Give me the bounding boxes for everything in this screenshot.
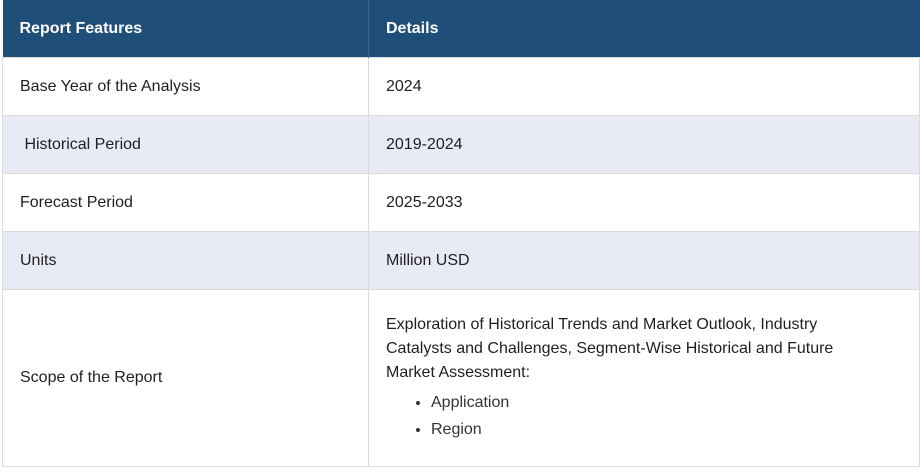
- details-cell: 2025-2033: [368, 173, 920, 232]
- scope-bullet-list: Application Region: [386, 389, 879, 443]
- feature-cell: Historical Period: [2, 115, 369, 174]
- scope-description: Exploration of Historical Trends and Mar…: [386, 316, 834, 381]
- details-cell: Million USD: [368, 231, 920, 290]
- feature-cell: Units: [2, 231, 369, 290]
- table-row: Units Million USD: [2, 231, 920, 290]
- list-item: Region: [431, 416, 879, 443]
- feature-cell: Base Year of the Analysis: [2, 57, 369, 116]
- table-row: Base Year of the Analysis 2024: [2, 57, 920, 116]
- details-cell: 2019-2024: [368, 115, 920, 174]
- table-row-scope: Scope of the Report Exploration of Histo…: [2, 289, 920, 467]
- feature-cell: Forecast Period: [2, 173, 369, 232]
- list-item: Application: [431, 389, 879, 416]
- report-features-table: Report Features Details Base Year of the…: [2, 0, 920, 467]
- scope-details-cell: Exploration of Historical Trends and Mar…: [368, 289, 920, 467]
- table-row: Historical Period 2019-2024: [2, 115, 920, 174]
- header-report-features: Report Features: [2, 0, 369, 58]
- table-row: Forecast Period 2025-2033: [2, 173, 920, 232]
- feature-cell: Scope of the Report: [2, 289, 369, 467]
- header-details: Details: [368, 0, 920, 58]
- details-cell: 2024: [368, 57, 920, 116]
- table-header-row: Report Features Details: [2, 0, 920, 58]
